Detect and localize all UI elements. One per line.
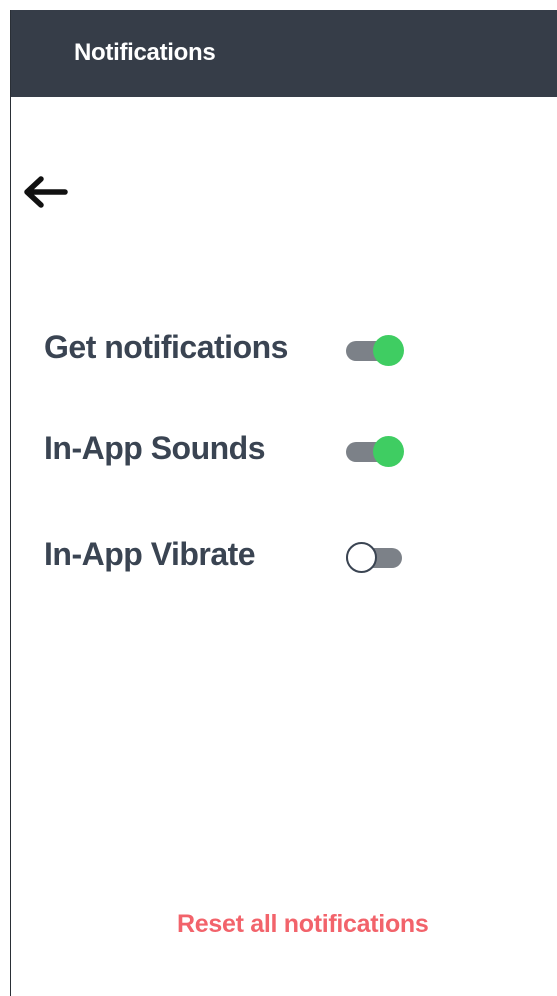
in-app-sounds-toggle[interactable] — [346, 436, 406, 468]
setting-row-in-app-sounds: In-App Sounds — [44, 424, 464, 474]
arrow-left-icon — [24, 176, 68, 208]
screen: Notifications Get notifications In-App S… — [10, 10, 557, 996]
setting-row-in-app-vibrate: In-App Vibrate — [44, 530, 464, 580]
page-title: Notifications — [74, 39, 216, 66]
in-app-vibrate-toggle[interactable] — [346, 542, 406, 574]
setting-label: In-App Sounds — [44, 430, 266, 466]
setting-label: Get notifications — [44, 329, 288, 365]
toggle-knob — [346, 542, 377, 573]
reset-all-notifications-button[interactable]: Reset all notifications — [177, 910, 429, 939]
toggle-knob — [373, 436, 404, 467]
toggle-knob — [373, 335, 404, 366]
back-button[interactable] — [21, 174, 69, 210]
setting-label: In-App Vibrate — [44, 536, 256, 572]
get-notifications-toggle[interactable] — [346, 335, 406, 367]
app-header: Notifications — [11, 10, 557, 97]
setting-row-get-notifications: Get notifications — [44, 323, 464, 373]
